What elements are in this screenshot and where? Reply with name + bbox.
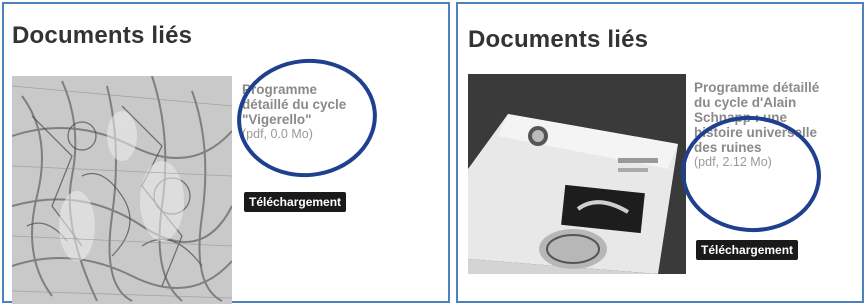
document-file-info: (pdf, 0.0 Mo) [242,127,313,141]
document-link[interactable]: Programme détaillé du cycle d'Alain Schn… [694,80,824,170]
document-thumbnail-photo[interactable] [468,74,686,274]
download-button[interactable]: Téléchargement [244,192,347,212]
download-button[interactable]: Téléchargement [696,240,799,260]
section-heading: Documents liés [12,22,193,49]
document-title[interactable]: Programme détaillé du cycle d'Alain Schn… [694,80,819,155]
document-link[interactable]: Programme détaillé du cycle "Vigerello" … [242,82,352,142]
section-heading: Documents liés [468,26,649,53]
brochure-photo-image [468,74,686,274]
document-thumbnail-sketch[interactable] [12,76,232,304]
documents-panel-right: Documents liés Programme détaillé du cyc… [456,2,864,303]
document-file-info: (pdf, 2.12 Mo) [694,155,772,169]
sketch-artwork-image [12,76,232,304]
documents-panel-left: Documents liés Programme détaillé du cyc… [2,2,450,304]
document-title[interactable]: Programme détaillé du cycle "Vigerello" [242,82,346,127]
